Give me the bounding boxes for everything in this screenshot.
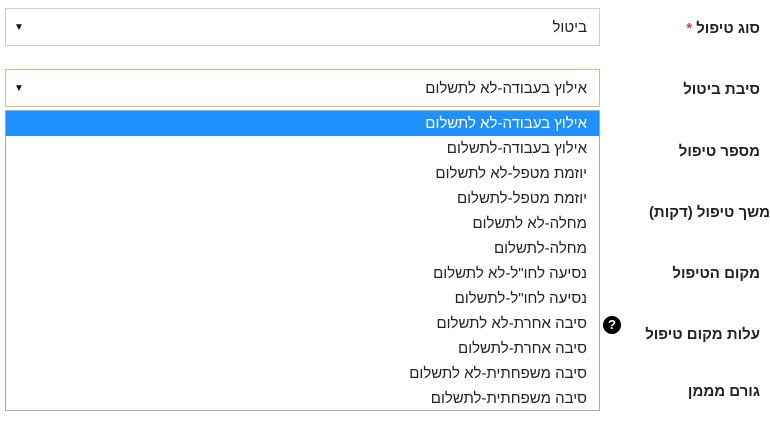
dropdown-option[interactable]: סיבה משפחתית-לתשלום [6, 386, 599, 410]
question-circle-icon[interactable]: ? [603, 316, 621, 334]
required-asterisk: * [686, 20, 693, 37]
cancel-reason-dropdown-list[interactable]: אילוץ בעבודה-לא לתשלום אילוץ בעבודה-לתשל… [5, 110, 600, 411]
treatment-duration-label: משך טיפול (דקות) [648, 204, 770, 221]
dropdown-option[interactable]: יוזמת מטפל-לתשלום [6, 186, 599, 211]
dropdown-option[interactable]: סיבה אחרת-לא לתשלום [6, 311, 599, 336]
cancel-reason-label: סיבת ביטול [683, 81, 760, 98]
dropdown-option[interactable]: סיבה משפחתית-לא לתשלום [6, 361, 599, 386]
treatment-type-value: ביטול [552, 19, 587, 36]
location-cost-label: עלות מקום טיפול [645, 326, 760, 343]
treatment-number-label: מספר טיפול [678, 143, 760, 160]
treatment-type-label: סוג טיפול * [600, 20, 760, 37]
funder-label: גורם מממן [687, 383, 760, 400]
dropdown-option[interactable]: נסיעה לחו"ל-לתשלום [6, 286, 599, 311]
treatment-location-label: מקום הטיפול [672, 265, 760, 282]
dropdown-option[interactable]: סיבה אחרת-לתשלום [6, 336, 599, 361]
cancel-reason-select[interactable]: אילוץ בעבודה-לא לתשלום ▼ [5, 69, 600, 107]
treatment-type-label-text: סוג טיפול [696, 20, 760, 37]
treatment-type-select[interactable]: ביטול ▼ [5, 8, 600, 46]
cancel-reason-value: אילוץ בעבודה-לא לתשלום [425, 80, 587, 97]
dropdown-option[interactable]: יוזמת מטפל-לא לתשלום [6, 161, 599, 186]
dropdown-option[interactable]: נסיעה לחו"ל-לא לתשלום [6, 261, 599, 286]
caret-down-icon: ▼ [14, 22, 24, 33]
dropdown-option[interactable]: אילוץ בעבודה-לתשלום [6, 136, 599, 161]
dropdown-option[interactable]: מחלה-לא לתשלום [6, 211, 599, 236]
dropdown-option[interactable]: מחלה-לתשלום [6, 236, 599, 261]
caret-down-icon: ▼ [14, 83, 24, 94]
dropdown-option[interactable]: אילוץ בעבודה-לא לתשלום [6, 111, 599, 136]
